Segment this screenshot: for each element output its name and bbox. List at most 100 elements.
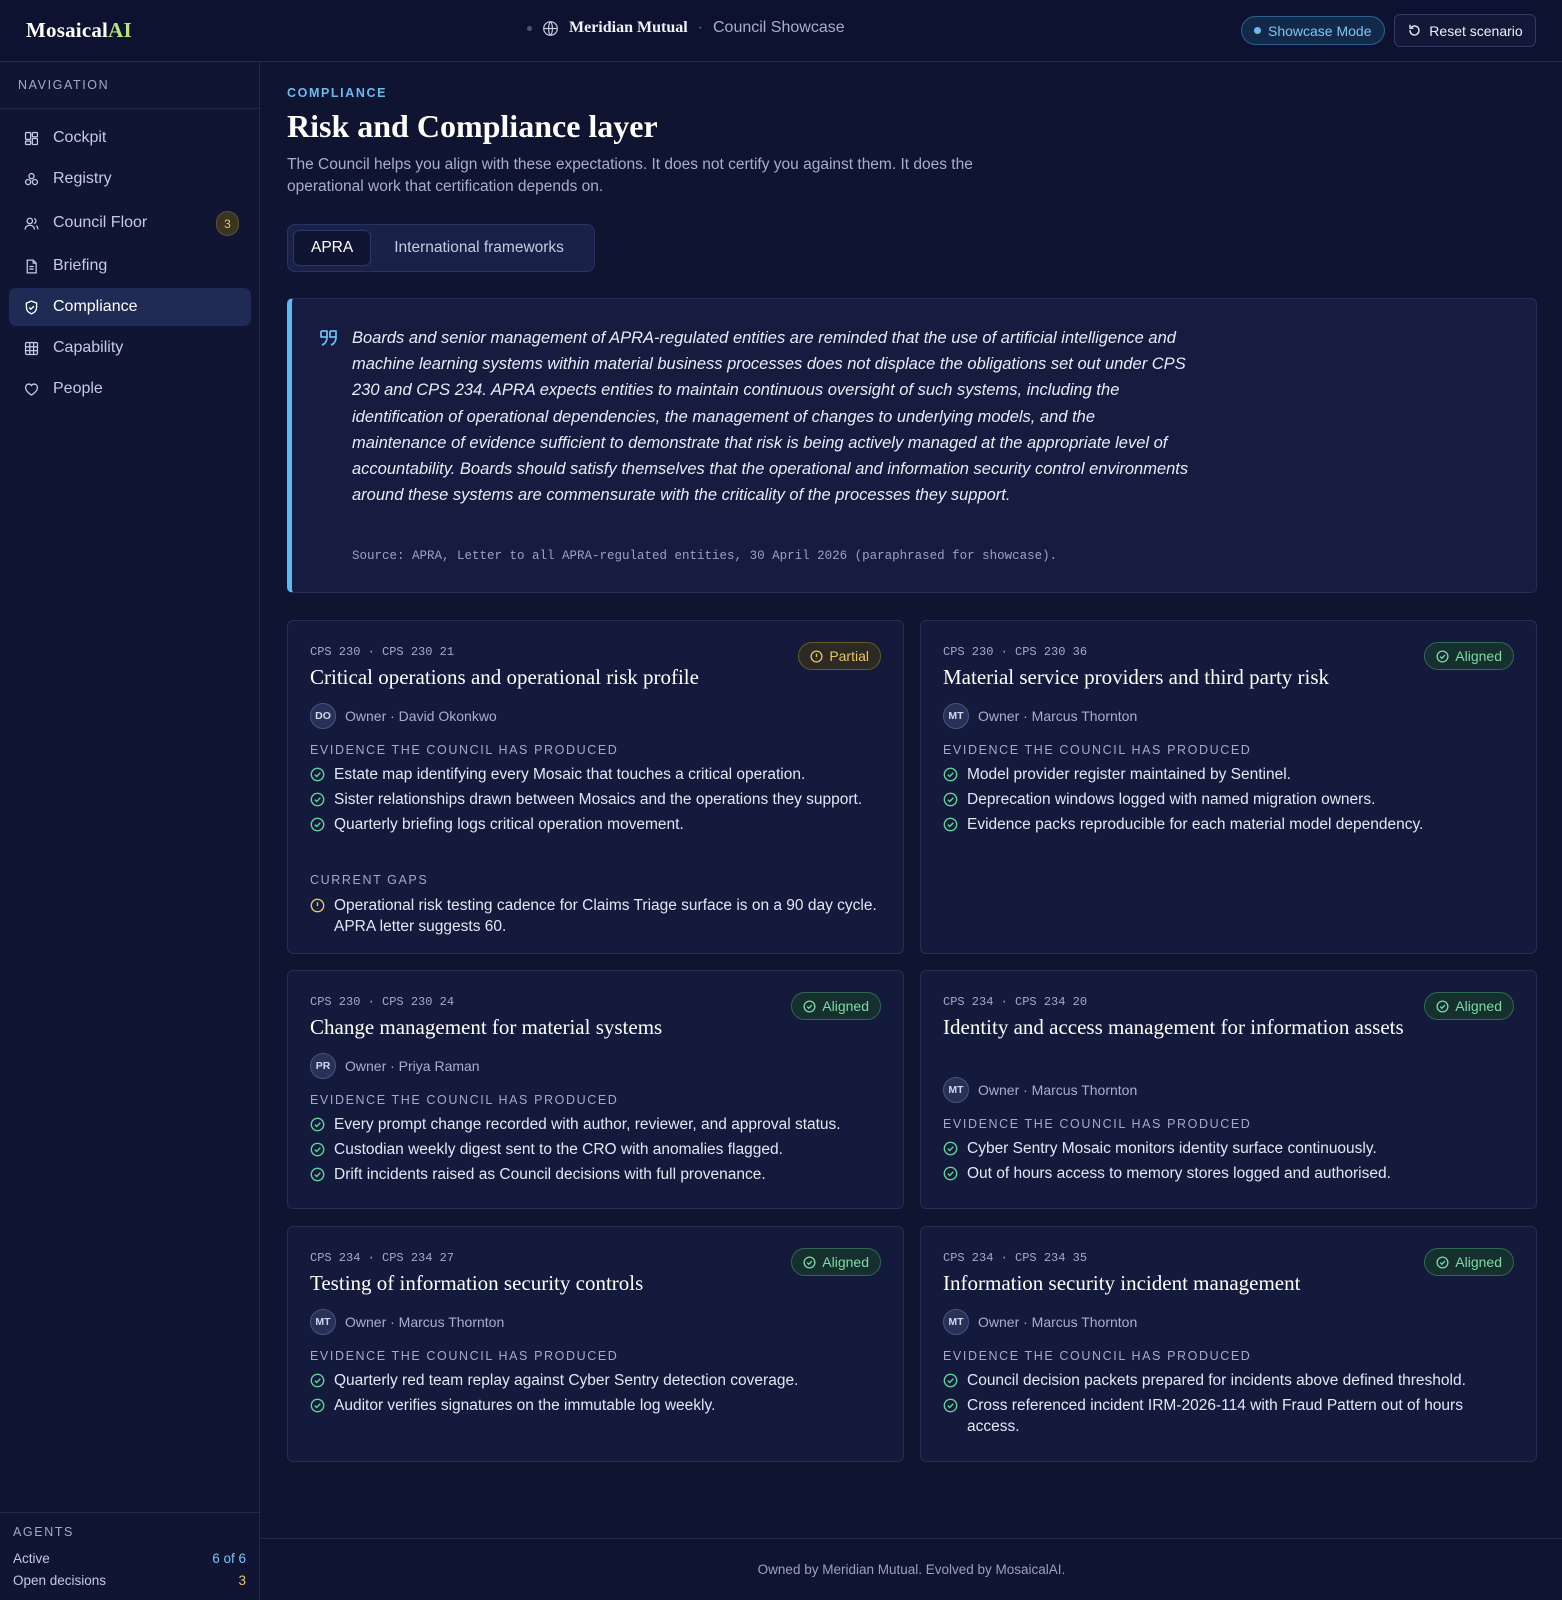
owner-row: MT Owner · Marcus Thornton xyxy=(310,1309,504,1335)
list-item: Custodian weekly digest sent to the CRO … xyxy=(310,1139,870,1160)
compliance-card[interactable]: CPS 230 · CPS 230 36 Material service pr… xyxy=(920,620,1537,954)
tab-international-frameworks[interactable]: International frameworks xyxy=(377,230,581,266)
gap-text: Operational risk testing cadence for Cla… xyxy=(334,897,877,935)
sidebar-item-label: Briefing xyxy=(53,257,108,274)
reset-scenario-button[interactable]: Reset scenario xyxy=(1394,14,1536,47)
evidence-list: Cyber Sentry Mosaic monitors identity su… xyxy=(943,1138,1503,1188)
owner-label: Owner · Marcus Thornton xyxy=(978,1082,1138,1098)
evidence-heading: EVIDENCE THE COUNCIL HAS PRODUCED xyxy=(943,1117,1252,1131)
sidebar-item-registry[interactable]: Registry xyxy=(9,160,251,198)
users-icon xyxy=(24,217,39,230)
page-title: Risk and Compliance layer xyxy=(287,108,658,144)
compliance-card[interactable]: CPS 230 · CPS 230 24 Change management f… xyxy=(287,970,904,1209)
status-label: Aligned xyxy=(1455,1254,1502,1270)
sidebar-item-label: Council Floor xyxy=(53,214,148,231)
check-circle-icon xyxy=(310,1167,325,1182)
quote-icon xyxy=(320,330,337,346)
compliance-card[interactable]: CPS 234 · CPS 234 20 Identity and access… xyxy=(920,970,1537,1209)
evidence-list: Council decision packets prepared for in… xyxy=(943,1370,1503,1441)
requirement-reference: CPS 234 · CPS 234 35 xyxy=(943,1251,1088,1265)
status-badge: Aligned xyxy=(1424,992,1514,1020)
check-circle-icon xyxy=(310,817,325,832)
compliance-card[interactable]: CPS 234 · CPS 234 35 Information securit… xyxy=(920,1226,1537,1462)
avatar: MT xyxy=(310,1309,336,1335)
owner-row: MT Owner · Marcus Thornton xyxy=(943,1077,1137,1103)
evidence-text: Quarterly briefing logs critical operati… xyxy=(334,816,684,833)
reset-icon xyxy=(1409,24,1420,36)
check-circle-icon xyxy=(1436,999,1449,1013)
quote-text: Boards and senior management of APRA-reg… xyxy=(352,329,1189,505)
owner-row: MT Owner · Marcus Thornton xyxy=(943,703,1137,729)
owner-label: Owner · Priya Raman xyxy=(345,1058,480,1074)
apra-quote-card: Boards and senior management of APRA-reg… xyxy=(287,298,1537,593)
avatar: MT xyxy=(943,1309,969,1335)
check-circle-icon xyxy=(803,999,816,1013)
sidebar-item-compliance[interactable]: Compliance xyxy=(9,288,251,326)
agents-active-value: 6 of 6 xyxy=(212,1550,246,1566)
compliance-card[interactable]: CPS 234 · CPS 234 27 Testing of informat… xyxy=(287,1226,904,1462)
avatar: MT xyxy=(943,703,969,729)
evidence-text: Quarterly red team replay against Cyber … xyxy=(334,1372,799,1389)
main-content: COMPLIANCE Risk and Compliance layer The… xyxy=(261,62,1562,1600)
evidence-text: Auditor verifies signatures on the immut… xyxy=(334,1397,716,1414)
evidence-list: Every prompt change recorded with author… xyxy=(310,1114,870,1189)
status-badge: Aligned xyxy=(1424,642,1514,670)
status-label: Aligned xyxy=(822,1254,869,1270)
sidebar-item-label: Capability xyxy=(53,339,124,356)
check-circle-icon xyxy=(943,1373,958,1388)
check-circle-icon xyxy=(943,817,958,832)
sidebar-item-briefing[interactable]: Briefing xyxy=(9,247,251,285)
showcase-mode-badge[interactable]: Showcase Mode xyxy=(1241,16,1385,45)
list-item: Operational risk testing cadence for Cla… xyxy=(310,895,880,937)
evidence-heading: EVIDENCE THE COUNCIL HAS PRODUCED xyxy=(310,743,619,757)
evidence-heading: EVIDENCE THE COUNCIL HAS PRODUCED xyxy=(943,743,1252,757)
document-icon xyxy=(26,258,37,274)
evidence-list: Estate map identifying every Mosaic that… xyxy=(310,764,880,839)
requirement-reference: CPS 234 · CPS 234 27 xyxy=(310,1251,455,1265)
check-circle-icon xyxy=(310,792,325,807)
evidence-text: Estate map identifying every Mosaic that… xyxy=(334,766,806,783)
compliance-card[interactable]: CPS 230 · CPS 230 21 Critical operations… xyxy=(287,620,904,954)
avatar: DO xyxy=(310,703,336,729)
avatar: MT xyxy=(943,1077,969,1103)
list-item: Cross referenced incident IRM-2026-114 w… xyxy=(943,1395,1503,1437)
requirement-reference: CPS 230 · CPS 230 21 xyxy=(310,645,455,659)
open-decisions-value: 3 xyxy=(238,1572,246,1588)
status-label: Aligned xyxy=(822,998,869,1014)
check-circle-icon xyxy=(310,767,325,782)
check-circle-icon xyxy=(943,792,958,807)
evidence-text: Sister relationships drawn between Mosai… xyxy=(334,791,863,808)
status-label: Aligned xyxy=(1455,648,1502,664)
list-item: Quarterly briefing logs critical operati… xyxy=(310,814,880,835)
sidebar: NAVIGATION Cockpit Registry Council Floo… xyxy=(0,62,260,1600)
agents-heading: AGENTS xyxy=(13,1525,74,1539)
gaps-list: Operational risk testing cadence for Cla… xyxy=(310,895,880,941)
alert-circle-icon xyxy=(810,649,823,663)
status-label: Aligned xyxy=(1455,998,1502,1014)
brand-logo[interactable]: MosaicalAI xyxy=(26,18,132,43)
list-item: Estate map identifying every Mosaic that… xyxy=(310,764,880,785)
sidebar-item-council-floor[interactable]: Council Floor 3 xyxy=(9,204,251,242)
sidebar-item-people[interactable]: People xyxy=(9,370,251,408)
page-subtitle: The Council helps you align with these e… xyxy=(287,156,973,195)
check-circle-icon xyxy=(1436,1255,1449,1269)
gaps-heading: CURRENT GAPS xyxy=(310,873,429,887)
sidebar-item-capability[interactable]: Capability xyxy=(9,329,251,367)
check-circle-icon xyxy=(803,1255,816,1269)
tab-apra[interactable]: APRA xyxy=(293,230,372,266)
sidebar-item-cockpit[interactable]: Cockpit xyxy=(9,119,251,157)
owner-label: Owner · David Okonkwo xyxy=(345,708,497,724)
check-circle-icon xyxy=(310,1142,325,1157)
shield-icon xyxy=(25,299,38,315)
requirement-reference: CPS 230 · CPS 230 24 xyxy=(310,995,455,1009)
owner-row: DO Owner · David Okonkwo xyxy=(310,703,497,729)
requirement-title: Testing of information security controls xyxy=(310,1271,644,1295)
breadcrumb-dot xyxy=(527,25,532,31)
list-item: Council decision packets prepared for in… xyxy=(943,1370,1503,1391)
divider xyxy=(0,108,260,109)
requirement-title: Critical operations and operational risk… xyxy=(310,665,699,689)
check-circle-icon xyxy=(310,1117,325,1132)
requirement-title: Identity and access management for infor… xyxy=(943,1015,1404,1039)
list-item: Auditor verifies signatures on the immut… xyxy=(310,1395,870,1416)
brand-name: Mosaical xyxy=(26,18,109,42)
